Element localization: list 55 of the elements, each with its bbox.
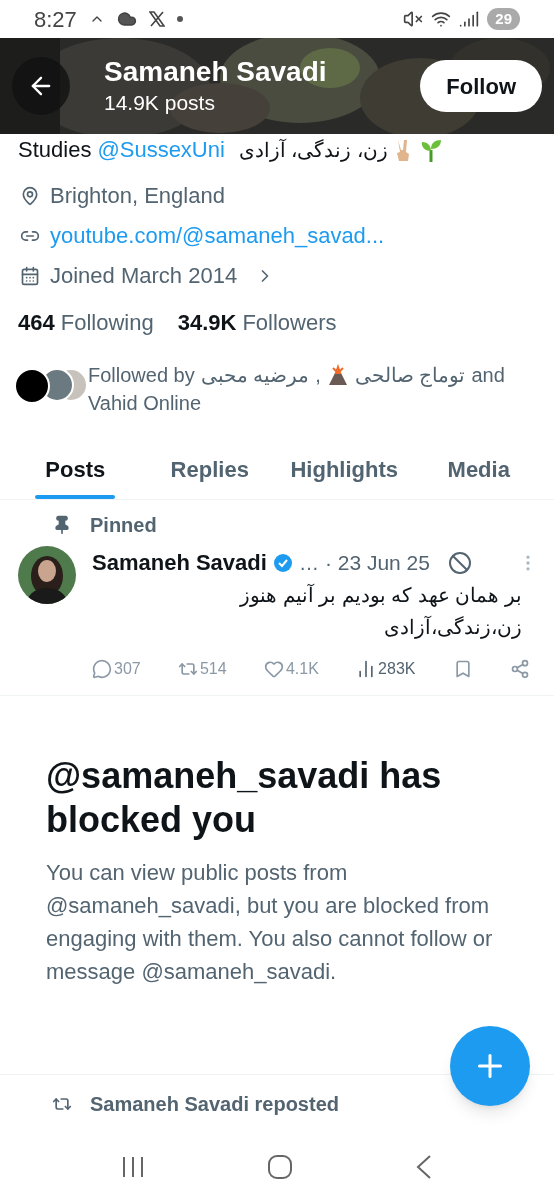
speech-bubble-icon	[92, 659, 112, 679]
pinned-label: Pinned	[90, 513, 157, 538]
post-date: · 23 Jun 25	[324, 549, 430, 576]
join-date: Joined March 2014	[50, 262, 238, 290]
repost-note: Samaneh Savadi reposted	[90, 1092, 339, 1117]
slashed-circle-icon	[447, 550, 472, 575]
post-count: 14.9K posts	[104, 90, 216, 116]
blocked-message: You can view public posts from @samaneh_savadi, but you are blocked from engaging with them. You also cannot follow or message @samaneh_savadi.	[46, 859, 494, 986]
follower-name: توماج صالحی	[354, 363, 466, 389]
action-count: 4.1K	[285, 659, 319, 679]
author-name: Samaneh Savadi	[92, 549, 267, 577]
followed-by-label: Followed by	[88, 363, 195, 388]
follow-button[interactable]: Follow	[420, 60, 542, 112]
followed-by-and: and	[471, 363, 505, 388]
profile-tab[interactable]: Highlights	[277, 439, 412, 499]
dot-icon	[176, 16, 183, 22]
pin-icon	[52, 515, 72, 535]
location-text: Brighton, England	[50, 182, 225, 210]
follower-name: Vahid Online	[88, 391, 203, 416]
profile-tab[interactable]: Replies	[142, 439, 277, 499]
recent-apps-icon[interactable]	[121, 1155, 145, 1179]
home-icon[interactable]	[267, 1154, 293, 1180]
cloud-icon	[116, 9, 137, 29]
mute-icon	[403, 9, 424, 29]
stat-label[interactable]: Following	[60, 306, 154, 339]
follower-name: مرضیه محبی	[200, 363, 310, 389]
separator: ,	[315, 363, 321, 388]
stat-label[interactable]: Followers	[242, 306, 337, 339]
verified-badge-icon	[272, 552, 293, 573]
clock: 8:27	[34, 5, 77, 34]
back-icon[interactable]	[415, 1154, 433, 1180]
share-icon	[509, 659, 530, 679]
action-count: 283K	[378, 659, 416, 679]
stat-count: 464	[18, 309, 55, 337]
volcano-icon	[326, 364, 349, 386]
action-count: 307	[114, 659, 141, 679]
seedling-icon	[420, 138, 442, 162]
battery-indicator: 29	[487, 8, 520, 30]
bio-persian-text: زن، زندگی، آزادی	[238, 138, 388, 164]
location-pin-icon	[20, 186, 40, 206]
stat-count: 34.9K	[177, 309, 237, 337]
blocked-title: @samaneh_savadi has blocked you	[46, 754, 443, 842]
post-text: بر همان عهد که بودیم بر آنیم هنوز	[238, 583, 523, 609]
post-text: زن،زندگی،آزادی	[383, 615, 523, 641]
bio-text: Studies	[18, 136, 92, 164]
profile-tab[interactable]: Posts	[8, 439, 143, 499]
calendar-icon	[20, 266, 40, 286]
profile-name: Samaneh Savadi	[104, 55, 327, 89]
wifi-icon	[431, 9, 452, 29]
signal-icon	[459, 9, 480, 29]
action-count: 514	[199, 659, 227, 679]
x-logo-icon	[148, 11, 165, 27]
profile-tab[interactable]: Media	[411, 439, 546, 499]
heart-icon	[263, 659, 284, 679]
handle-ellipsis: …	[298, 550, 319, 576]
